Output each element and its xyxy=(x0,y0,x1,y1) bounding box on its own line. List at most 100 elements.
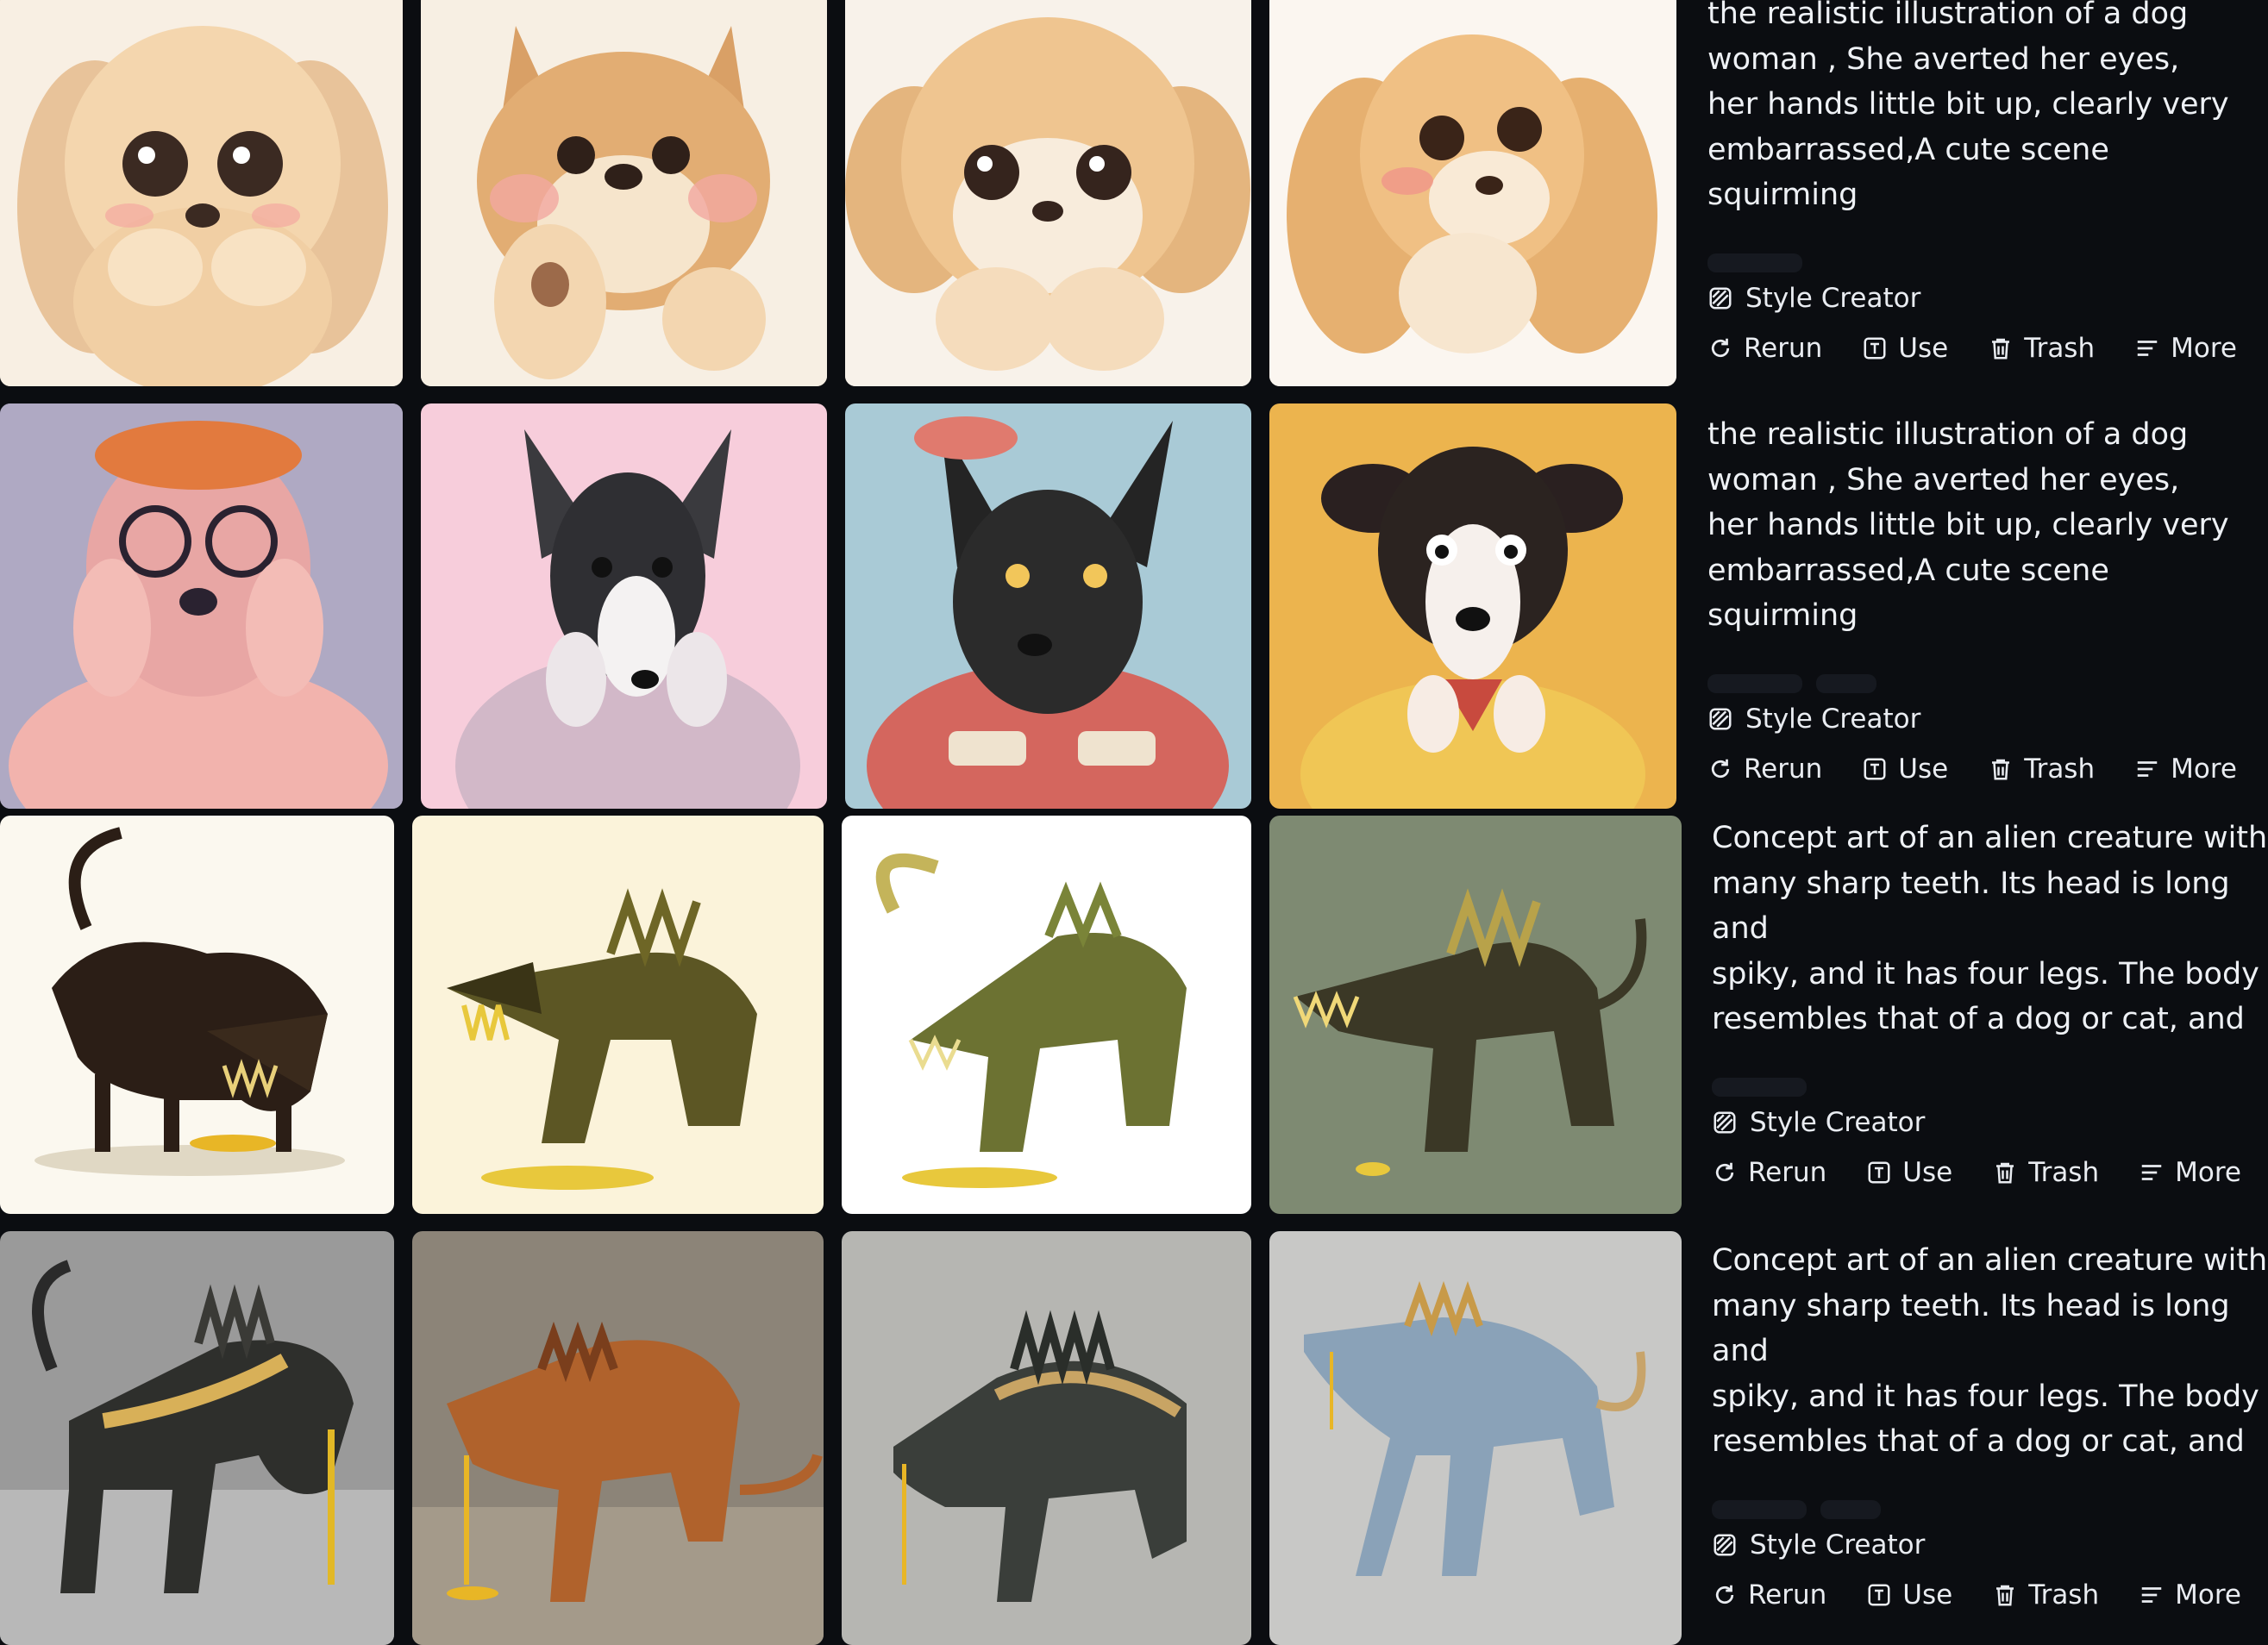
trash-button[interactable]: Trash xyxy=(1992,1579,2099,1611)
style-label[interactable]: Style Creator xyxy=(1712,1107,2268,1138)
text-box-icon xyxy=(1862,756,1888,782)
prompt-panel: Concept art of an alien creature with ma… xyxy=(1712,816,2268,1188)
trash-label: Trash xyxy=(2024,333,2096,364)
style-label[interactable]: Style Creator xyxy=(1707,283,2268,314)
generation-row-3: Concept art of an alien creature with ma… xyxy=(0,816,2268,1214)
creature-image xyxy=(412,1231,824,1645)
trash-label: Trash xyxy=(2024,754,2096,785)
dog-woman-image xyxy=(421,403,827,809)
use-label: Use xyxy=(1898,754,1949,785)
creature-image xyxy=(0,816,394,1214)
prompt-panel: Concept art of an alien creature with ma… xyxy=(1712,1238,2268,1611)
image-tile[interactable] xyxy=(1269,1231,1682,1645)
use-button[interactable]: Use xyxy=(1862,754,1948,785)
rerun-button[interactable]: Rerun xyxy=(1707,754,1822,785)
puppy-image xyxy=(845,0,1251,386)
trash-icon xyxy=(1992,1160,2018,1185)
use-button[interactable]: Use xyxy=(1866,1579,1952,1611)
image-tile[interactable] xyxy=(0,0,403,386)
refresh-icon xyxy=(1712,1582,1738,1608)
prompt-text: Concept art of an alien creature with ma… xyxy=(1712,821,2268,1036)
rerun-button[interactable]: Rerun xyxy=(1712,1157,1826,1188)
action-bar: Rerun Use Trash More xyxy=(1712,1157,2268,1188)
creature-image xyxy=(0,1231,394,1645)
prompt-panel: the realistic illustration of a dog woma… xyxy=(1707,0,2268,364)
trash-button[interactable]: Trash xyxy=(1988,333,2095,364)
rerun-label: Rerun xyxy=(1744,754,1823,785)
text-box-icon xyxy=(1866,1582,1892,1608)
puppy-image xyxy=(1269,0,1676,386)
prompt-text: Concept art of an alien creature with ma… xyxy=(1712,1243,2268,1459)
action-bar: Rerun Use Trash More xyxy=(1712,1579,2268,1611)
more-button[interactable]: More xyxy=(2134,333,2237,364)
creature-image xyxy=(842,1231,1251,1645)
image-tile[interactable] xyxy=(421,403,827,809)
action-bar: Rerun Use Trash More xyxy=(1707,754,2268,785)
rerun-label: Rerun xyxy=(1748,1579,1827,1611)
action-bar: Rerun Use Trash More xyxy=(1707,333,2268,364)
dog-woman-image xyxy=(845,403,1251,809)
tag-row xyxy=(1712,1078,2268,1097)
image-tile[interactable] xyxy=(842,816,1251,1214)
text-box-icon xyxy=(1862,335,1888,361)
image-tile[interactable] xyxy=(0,1231,394,1645)
tag-chip[interactable] xyxy=(1816,674,1876,693)
style-label[interactable]: Style Creator xyxy=(1712,1529,2268,1561)
generation-row-2: the realistic illustration of a dog woma… xyxy=(0,403,2268,809)
tag-chip[interactable] xyxy=(1712,1078,1807,1097)
image-tile[interactable] xyxy=(0,816,394,1214)
creature-image xyxy=(1269,816,1682,1214)
image-tile[interactable] xyxy=(412,1231,824,1645)
tag-chip[interactable] xyxy=(1820,1500,1881,1519)
style-name: Style Creator xyxy=(1745,283,1921,314)
tag-row xyxy=(1712,1500,2268,1519)
more-label: More xyxy=(2171,333,2237,364)
trash-label: Trash xyxy=(2028,1579,2100,1611)
tag-chip[interactable] xyxy=(1707,253,1802,272)
creature-image xyxy=(412,816,824,1214)
image-tile[interactable] xyxy=(845,403,1251,809)
use-label: Use xyxy=(1902,1579,1953,1611)
more-button[interactable]: More xyxy=(2139,1579,2241,1611)
image-tile[interactable] xyxy=(412,816,824,1214)
rerun-label: Rerun xyxy=(1744,333,1823,364)
style-label[interactable]: Style Creator xyxy=(1707,704,2268,735)
image-tile[interactable] xyxy=(1269,0,1676,386)
tag-chip[interactable] xyxy=(1712,1500,1807,1519)
tag-row xyxy=(1707,253,2268,272)
generation-row-4: Concept art of an alien creature with ma… xyxy=(0,1231,2268,1645)
rerun-label: Rerun xyxy=(1748,1157,1827,1188)
image-tile[interactable] xyxy=(845,0,1251,386)
more-button[interactable]: More xyxy=(2134,754,2237,785)
style-name: Style Creator xyxy=(1750,1529,1926,1561)
more-button[interactable]: More xyxy=(2139,1157,2241,1188)
rerun-button[interactable]: Rerun xyxy=(1707,333,1822,364)
image-tile[interactable] xyxy=(421,0,827,386)
tag-chip[interactable] xyxy=(1707,674,1802,693)
image-tile[interactable] xyxy=(1269,816,1682,1214)
prompt-panel: the realistic illustration of a dog woma… xyxy=(1707,412,2268,785)
refresh-icon xyxy=(1712,1160,1738,1185)
trash-icon xyxy=(1988,335,2014,361)
refresh-icon xyxy=(1707,756,1733,782)
style-icon xyxy=(1707,285,1733,311)
more-label: More xyxy=(2171,754,2237,785)
refresh-icon xyxy=(1707,335,1733,361)
image-tile[interactable] xyxy=(842,1231,1251,1645)
rerun-button[interactable]: Rerun xyxy=(1712,1579,1826,1611)
creature-image xyxy=(1269,1231,1682,1645)
menu-icon xyxy=(2134,335,2160,361)
prompt-text: the realistic illustration of a dog woma… xyxy=(1707,417,2229,633)
style-icon xyxy=(1712,1110,1738,1135)
use-button[interactable]: Use xyxy=(1866,1157,1952,1188)
menu-icon xyxy=(2134,756,2160,782)
use-label: Use xyxy=(1898,333,1949,364)
use-button[interactable]: Use xyxy=(1862,333,1948,364)
trash-button[interactable]: Trash xyxy=(1992,1157,2099,1188)
trash-button[interactable]: Trash xyxy=(1988,754,2095,785)
dog-woman-image xyxy=(0,403,403,809)
menu-icon xyxy=(2139,1160,2165,1185)
style-name: Style Creator xyxy=(1745,704,1921,735)
image-tile[interactable] xyxy=(1269,403,1676,809)
image-tile[interactable] xyxy=(0,403,403,809)
